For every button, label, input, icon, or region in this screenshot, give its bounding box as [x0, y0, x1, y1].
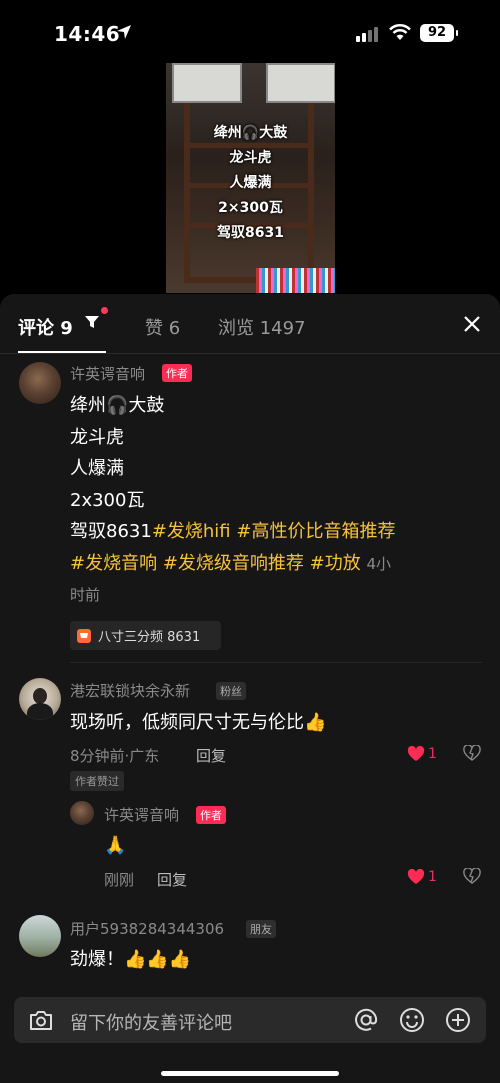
comment-username[interactable]: 许英谔音响 [70, 363, 145, 384]
dislike-icon[interactable] [463, 868, 481, 885]
status-time: 14:46 [54, 22, 121, 46]
at-mention-icon[interactable] [353, 1007, 379, 1033]
comment-username[interactable]: 用户5938284344306 [70, 918, 224, 939]
like-button[interactable]: 1 [407, 746, 437, 762]
heart-filled-icon [407, 746, 425, 761]
avatar[interactable] [19, 915, 61, 957]
like-button[interactable]: 1 [407, 869, 437, 885]
comment-tabs: 评论 9 赞 6 浏览 1497 [0, 294, 500, 354]
comment-input-bar: 留下你的友善评论吧 [0, 985, 500, 1083]
reply-button[interactable]: 回复 [196, 745, 226, 766]
fan-badge: 粉丝 [216, 682, 246, 700]
author-liked-tag: 作者赞过 [70, 771, 124, 791]
divider [70, 662, 482, 663]
hashtag-link[interactable]: #功放 [310, 553, 361, 574]
tab-comments[interactable]: 评论 9 [18, 314, 73, 340]
comment-username[interactable]: 许英谔音响 [104, 804, 179, 825]
hashtag-link[interactable]: #发烧hifi [152, 521, 231, 542]
add-icon[interactable] [445, 1007, 471, 1033]
comment-text: 劲爆！👍👍👍 [70, 949, 192, 970]
comment-input-placeholder: 留下你的友善评论吧 [70, 1013, 232, 1034]
comment-text: 现场听，低频同尺寸无与伦比👍 [70, 712, 327, 733]
dislike-icon[interactable] [463, 745, 481, 762]
close-icon[interactable] [462, 314, 482, 334]
comment-input[interactable]: 留下你的友善评论吧 [14, 997, 486, 1043]
cellular-signal-icon [356, 27, 378, 42]
hashtag-link[interactable]: #高性价比音箱推荐 [236, 521, 395, 542]
avatar[interactable] [70, 801, 94, 825]
friend-badge: 朋友 [246, 920, 276, 938]
filter-icon[interactable] [84, 314, 100, 330]
comment-time: 8分钟前·广东 [70, 747, 160, 765]
comment-text: 绛州🎧大鼓 龙斗虎 人爆满 2x300瓦 驾驭8631#发烧hifi #高性价比… [70, 395, 396, 604]
emoji-icon[interactable] [399, 1007, 425, 1033]
camera-icon[interactable] [28, 1008, 54, 1032]
avatar[interactable] [19, 678, 61, 720]
speaker-left-image [172, 63, 242, 103]
video-overlay-text: 绛州🎧大鼓 龙斗虎 人爆满 2×300瓦 驾驭8631 [213, 125, 288, 241]
home-indicator [161, 1071, 339, 1076]
cd-shelf-image [256, 268, 335, 293]
comment-username[interactable]: 港宏联锁块余永新 [70, 680, 190, 701]
hashtag-link[interactable]: #发烧级音响推荐 [163, 553, 304, 574]
comment-time: 刚刚 [104, 871, 135, 889]
video-thumbnail[interactable]: 绛州🎧大鼓 龙斗虎 人爆满 2×300瓦 驾驭8631 [166, 63, 335, 293]
speaker-right-image [266, 63, 335, 103]
tab-views[interactable]: 浏览 1497 [218, 314, 306, 340]
active-tab-indicator [18, 351, 106, 353]
notification-dot [101, 307, 108, 314]
tab-likes[interactable]: 赞 6 [145, 314, 180, 340]
hashtag-link[interactable]: #发烧音响 [70, 553, 157, 574]
comment-sheet: 评论 9 赞 6 浏览 1497 许英谔音响 作者 绛州🎧大鼓 龙斗虎 人爆满 … [0, 294, 500, 1083]
author-badge: 作者 [162, 364, 192, 382]
wifi-icon [389, 24, 411, 40]
shopping-cart-icon [77, 628, 91, 643]
location-arrow-icon [117, 25, 131, 39]
battery-icon: 92 [420, 24, 458, 42]
comment-text: 🙏 [104, 835, 127, 856]
product-link[interactable]: 八寸三分频 8631 [70, 621, 221, 650]
status-bar: 14:46 92 [0, 0, 500, 62]
author-badge: 作者 [196, 806, 226, 824]
heart-filled-icon [407, 869, 425, 884]
reply-button[interactable]: 回复 [157, 869, 187, 890]
avatar[interactable] [19, 362, 61, 404]
